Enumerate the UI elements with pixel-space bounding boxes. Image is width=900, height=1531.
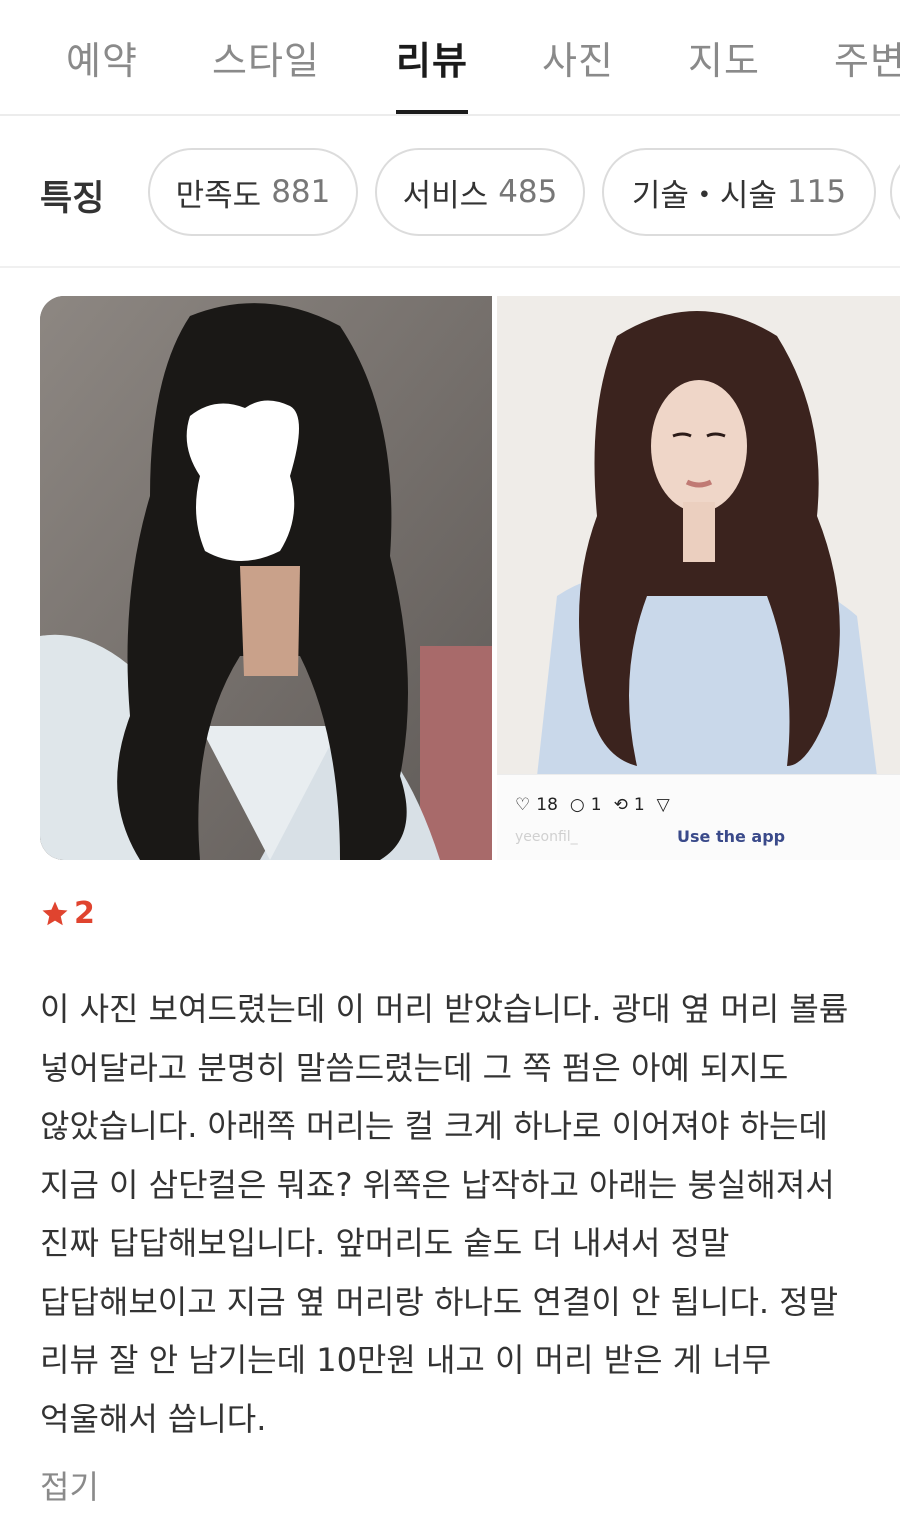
review-photo-reference[interactable]: ♡ 18 ○ 1 ⟲ 1 ▽ yeeonfil_ Use the app bbox=[497, 296, 900, 860]
review-photo-result[interactable] bbox=[40, 296, 492, 860]
review-rating: 2 bbox=[40, 896, 95, 931]
reposts-count: 1 bbox=[633, 795, 645, 815]
likes-count: 18 bbox=[536, 795, 558, 815]
chip-service[interactable]: 서비스 485 bbox=[375, 148, 585, 236]
use-app-link[interactable]: Use the app bbox=[677, 827, 785, 846]
chip-count: 115 bbox=[786, 174, 847, 210]
chip-label: 기술・시술 bbox=[631, 177, 777, 214]
result-photo-image bbox=[40, 296, 492, 860]
tab-style[interactable]: 스타일 bbox=[212, 30, 320, 85]
rating-value: 2 bbox=[74, 896, 95, 931]
star-icon bbox=[42, 901, 68, 925]
collapse-button[interactable]: 접기 bbox=[40, 1462, 99, 1508]
chip-count: 485 bbox=[498, 174, 558, 210]
chip-satisfaction[interactable]: 만족도 881 bbox=[148, 148, 358, 236]
chip-count: 881 bbox=[271, 174, 331, 210]
review-text: 이 사진 보여드렸는데 이 머리 받았습니다. 광대 옆 머리 볼륨 넣어달라고… bbox=[40, 990, 849, 1438]
chip-more[interactable] bbox=[890, 148, 900, 236]
features-label: 특징 bbox=[40, 179, 105, 219]
section-tab-bar: 예약 스타일 리뷰 사진 지도 주변 bbox=[0, 0, 900, 116]
app-promo-bar: ♡ 18 ○ 1 ⟲ 1 ▽ yeeonfil_ Use the app bbox=[497, 774, 900, 860]
post-stats: ♡ 18 ○ 1 ⟲ 1 ▽ bbox=[515, 795, 670, 815]
active-tab-indicator bbox=[396, 110, 468, 114]
chip-label: 서비스 bbox=[402, 177, 489, 214]
heart-icon: ♡ bbox=[515, 795, 531, 815]
tab-reservation[interactable]: 예약 bbox=[66, 30, 138, 85]
comment-icon: ○ bbox=[569, 795, 585, 815]
tab-map[interactable]: 지도 bbox=[688, 30, 760, 85]
comments-count: 1 bbox=[590, 795, 602, 815]
feature-filter-row: 특징 만족도 881 서비스 485 기술・시술 115 bbox=[0, 118, 900, 268]
tab-reviews[interactable]: 리뷰 bbox=[396, 30, 468, 85]
post-username: yeeonfil_ bbox=[515, 829, 578, 845]
reference-photo-image bbox=[497, 296, 900, 776]
chip-label: 만족도 bbox=[175, 177, 262, 214]
tab-photos[interactable]: 사진 bbox=[542, 30, 614, 85]
tab-nearby[interactable]: 주변 bbox=[834, 30, 900, 85]
share-icon: ▽ bbox=[656, 795, 670, 815]
chip-technique[interactable]: 기술・시술 115 bbox=[602, 148, 876, 236]
repost-icon: ⟲ bbox=[613, 795, 628, 815]
